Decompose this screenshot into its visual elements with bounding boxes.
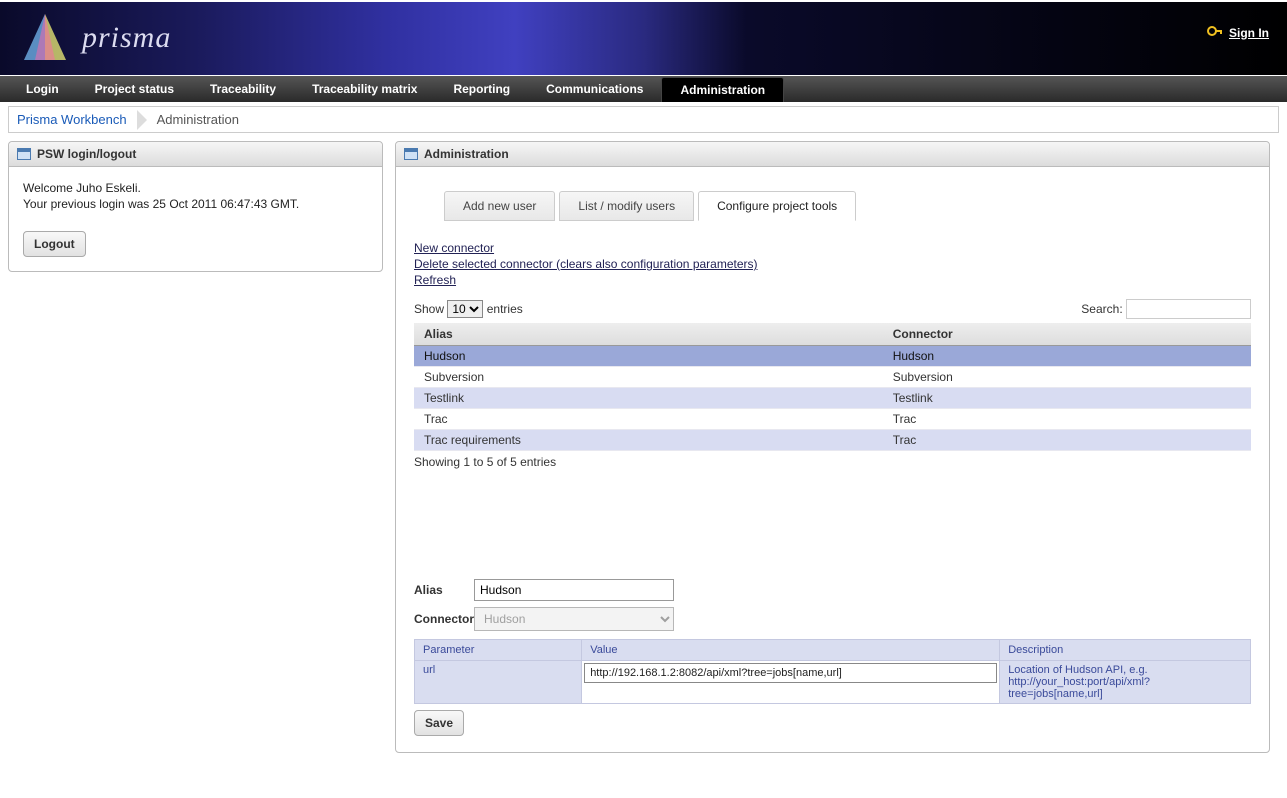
table-row[interactable]: Trac Trac xyxy=(414,409,1251,430)
nav-login[interactable]: Login xyxy=(8,77,77,101)
signin-area: Sign In xyxy=(1207,24,1269,41)
col-description: Description xyxy=(1000,640,1251,661)
col-alias[interactable]: Alias xyxy=(414,323,883,346)
login-panel: PSW login/logout Welcome Juho Eskeli. Yo… xyxy=(8,141,383,272)
admin-panel-body: Add new user List / modify users Configu… xyxy=(396,167,1269,752)
connectors-table: Alias Connector Hudson Hudson Subversion… xyxy=(414,323,1251,451)
sign-in-link[interactable]: Sign In xyxy=(1229,26,1269,40)
key-icon xyxy=(1207,24,1223,41)
logout-button[interactable]: Logout xyxy=(23,231,86,257)
cell-alias: Subversion xyxy=(414,367,883,388)
admin-panel: Administration Add new user List / modif… xyxy=(395,141,1270,753)
nav-communications[interactable]: Communications xyxy=(528,77,661,101)
cell-connector: Subversion xyxy=(883,367,1251,388)
save-button[interactable]: Save xyxy=(414,710,464,736)
brand-text: prisma xyxy=(82,21,171,55)
admin-panel-title: Administration xyxy=(424,147,509,161)
connector-row: Connector Hudson xyxy=(414,607,1251,631)
action-links: New connector Delete selected connector … xyxy=(414,241,1251,287)
window-icon xyxy=(17,148,31,160)
cell-description: Location of Hudson API, e.g. http://your… xyxy=(1000,661,1251,704)
new-connector-link[interactable]: New connector xyxy=(414,241,1251,255)
header-banner: prisma Sign In xyxy=(0,0,1287,76)
welcome-text: Welcome Juho Eskeli. xyxy=(23,181,368,195)
nav-administration[interactable]: Administration xyxy=(661,77,784,102)
breadcrumb-current: Administration xyxy=(157,112,239,127)
alias-label: Alias xyxy=(414,583,474,597)
cell-alias: Testlink xyxy=(414,388,883,409)
table-row[interactable]: Testlink Testlink xyxy=(414,388,1251,409)
cell-param: url xyxy=(415,661,582,704)
table-row[interactable]: Hudson Hudson xyxy=(414,346,1251,367)
cell-connector: Hudson xyxy=(883,346,1251,367)
entries-select[interactable]: 10 xyxy=(447,300,483,318)
tab-configure-project-tools[interactable]: Configure project tools xyxy=(698,191,856,221)
nav-project-status[interactable]: Project status xyxy=(77,77,192,101)
table-controls: Show 10 entries Search: xyxy=(414,299,1251,319)
cell-alias: Trac xyxy=(414,409,883,430)
table-header-row: Alias Connector xyxy=(414,323,1251,346)
table-row[interactable]: Subversion Subversion xyxy=(414,367,1251,388)
table-row: url Location of Hudson API, e.g. http://… xyxy=(415,661,1251,704)
nav-bar: Login Project status Traceability Tracea… xyxy=(0,76,1287,102)
nav-traceability[interactable]: Traceability xyxy=(192,77,294,101)
previous-login-text: Your previous login was 25 Oct 2011 06:4… xyxy=(23,197,368,211)
admin-panel-header: Administration xyxy=(396,142,1269,167)
table-info: Showing 1 to 5 of 5 entries xyxy=(414,455,1251,469)
login-panel-header: PSW login/logout xyxy=(9,142,382,167)
connector-select[interactable]: Hudson xyxy=(474,607,674,631)
cell-connector: Testlink xyxy=(883,388,1251,409)
table-header-row: Parameter Value Description xyxy=(415,640,1251,661)
refresh-link[interactable]: Refresh xyxy=(414,273,1251,287)
cell-connector: Trac xyxy=(883,430,1251,451)
params-table: Parameter Value Description url Location… xyxy=(414,639,1251,704)
tab-add-new-user[interactable]: Add new user xyxy=(444,191,555,221)
login-panel-title: PSW login/logout xyxy=(37,147,136,161)
logo-area: prisma xyxy=(20,10,171,66)
chevron-right-icon xyxy=(137,110,147,130)
cell-alias: Hudson xyxy=(414,346,883,367)
table-row[interactable]: Trac requirements Trac xyxy=(414,430,1251,451)
nav-traceability-matrix[interactable]: Traceability matrix xyxy=(294,77,435,101)
delete-connector-link[interactable]: Delete selected connector (clears also c… xyxy=(414,257,1251,271)
col-parameter: Parameter xyxy=(415,640,582,661)
admin-tabs: Add new user List / modify users Configu… xyxy=(444,191,1251,221)
search-label: Search: xyxy=(1081,302,1122,316)
tab-list-modify-users[interactable]: List / modify users xyxy=(559,191,694,221)
prism-logo-icon xyxy=(20,10,70,66)
nav-reporting[interactable]: Reporting xyxy=(435,77,528,101)
connector-label: Connector xyxy=(414,612,474,626)
col-connector[interactable]: Connector xyxy=(883,323,1251,346)
cell-value xyxy=(582,661,1000,704)
param-value-input[interactable] xyxy=(584,663,997,683)
window-icon xyxy=(404,148,418,160)
show-entries: Show 10 entries xyxy=(414,300,523,318)
show-label: Show xyxy=(414,302,444,316)
alias-row: Alias xyxy=(414,579,1251,601)
entries-label: entries xyxy=(487,302,523,316)
search-box: Search: xyxy=(1081,299,1251,319)
login-panel-body: Welcome Juho Eskeli. Your previous login… xyxy=(9,167,382,271)
alias-input[interactable] xyxy=(474,579,674,601)
content-area: PSW login/logout Welcome Juho Eskeli. Yo… xyxy=(0,141,1287,753)
breadcrumb: Prisma Workbench Administration xyxy=(8,106,1279,133)
search-input[interactable] xyxy=(1126,299,1251,319)
breadcrumb-root[interactable]: Prisma Workbench xyxy=(17,112,127,127)
col-value: Value xyxy=(582,640,1000,661)
cell-alias: Trac requirements xyxy=(414,430,883,451)
cell-connector: Trac xyxy=(883,409,1251,430)
